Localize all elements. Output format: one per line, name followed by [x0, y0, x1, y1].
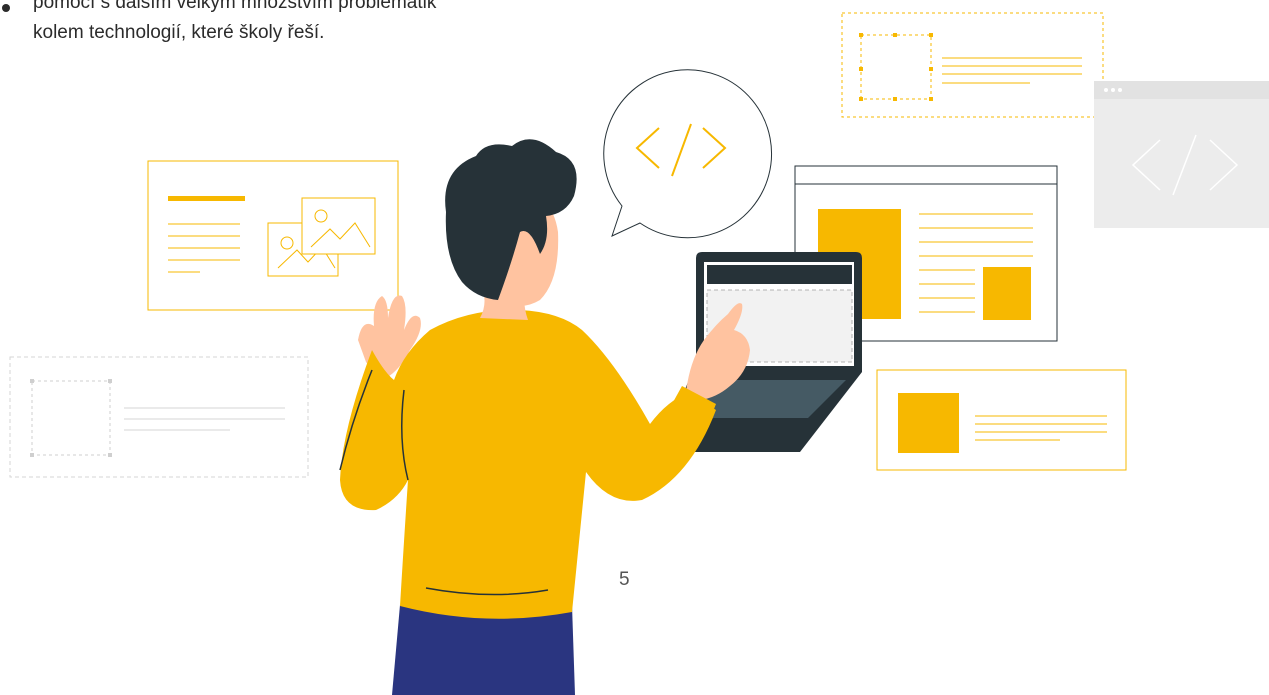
content-card-left — [147, 160, 399, 311]
gray-code-window — [1094, 81, 1269, 228]
speech-bubble — [603, 69, 772, 239]
illustration — [9, 12, 1269, 695]
content-card-right — [876, 369, 1127, 471]
wireframe-card-gray — [9, 356, 309, 478]
wireframe-card-yellow — [841, 12, 1104, 118]
page-number: 5 — [619, 569, 630, 590]
